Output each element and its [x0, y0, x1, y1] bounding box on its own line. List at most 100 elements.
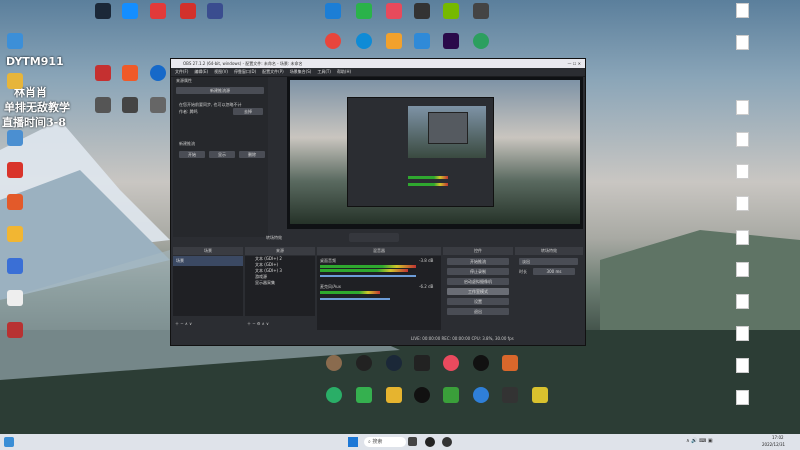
app-icon[interactable]: [414, 355, 430, 371]
app-icon[interactable]: [7, 226, 23, 242]
document-icon[interactable]: [736, 262, 749, 277]
remove-button[interactable]: 去掉: [233, 108, 263, 115]
potplayer-icon[interactable]: [180, 3, 196, 19]
stop-recording-button[interactable]: 停止录制: [447, 268, 509, 275]
volume-slider[interactable]: [320, 275, 416, 277]
app-icon[interactable]: [414, 3, 430, 19]
app-icon[interactable]: [532, 387, 548, 403]
app-icon[interactable]: [502, 355, 518, 371]
start-icon[interactable]: [348, 437, 358, 447]
app-icon[interactable]: [7, 290, 23, 306]
search-box[interactable]: ⌕ 搜索: [364, 437, 406, 447]
document-icon[interactable]: [736, 230, 749, 245]
scenes-list[interactable]: 场景: [173, 256, 243, 316]
app-icon[interactable]: [95, 97, 111, 113]
this-pc-icon[interactable]: [7, 33, 23, 49]
app-icon[interactable]: [95, 65, 111, 81]
steam-icon[interactable]: [95, 3, 111, 19]
widgets-icon[interactable]: [4, 437, 14, 447]
tencent-meeting-icon[interactable]: [207, 3, 223, 19]
app-icon[interactable]: [7, 194, 23, 210]
menu-scene-collection[interactable]: 场景集合(S): [290, 68, 312, 76]
taskview-icon[interactable]: [408, 437, 417, 446]
menu-file[interactable]: 文件(F): [175, 68, 188, 76]
document-icon[interactable]: [736, 196, 749, 211]
transition-select[interactable]: 淡出: [519, 258, 578, 265]
app-icon[interactable]: [122, 97, 138, 113]
app-icon[interactable]: [473, 3, 489, 19]
battlenet-icon[interactable]: [122, 3, 138, 19]
obs-taskbar-icon[interactable]: [425, 437, 435, 447]
menu-docks[interactable]: 停靠窗口(D): [234, 68, 256, 76]
app-icon[interactable]: [473, 387, 489, 403]
studio-mode-button[interactable]: 工作室模式: [447, 288, 509, 295]
document-icon[interactable]: [736, 390, 749, 405]
qq-icon[interactable]: [414, 387, 430, 403]
document-icon[interactable]: [736, 326, 749, 341]
sources-list[interactable]: 文本 (GDI+) 2 文本 (GDI+) 文本 (GDI+) 3 游戏源 显示…: [245, 256, 315, 316]
app-icon[interactable]: [325, 3, 341, 19]
duration-input[interactable]: 300 ms: [533, 268, 575, 275]
virtual-camera-button[interactable]: 启动虚拟摄像机: [447, 278, 509, 285]
app-icon[interactable]: [473, 33, 489, 49]
youdao-icon[interactable]: [150, 3, 166, 19]
new-stream-source-button[interactable]: 新建推流源: [176, 87, 264, 94]
preview-canvas[interactable]: [287, 77, 583, 229]
app-icon[interactable]: [7, 322, 23, 338]
menu-profile[interactable]: 配置文件(P): [262, 68, 284, 76]
menu-tools[interactable]: 工具(T): [317, 68, 331, 76]
show-button[interactable]: 显示: [209, 151, 235, 158]
app-icon[interactable]: [386, 33, 402, 49]
clock-date[interactable]: 2022/12/31: [762, 442, 785, 447]
menu-edit[interactable]: 编辑(E): [194, 68, 208, 76]
scenes-controls[interactable]: ＋ − ∧ ∨: [175, 321, 192, 327]
app-icon[interactable]: [473, 355, 489, 371]
premiere-icon[interactable]: [443, 33, 459, 49]
app-icon[interactable]: [7, 162, 23, 178]
app-icon[interactable]: [386, 387, 402, 403]
volume-slider[interactable]: [320, 298, 390, 300]
app-icon[interactable]: [326, 355, 342, 371]
document-icon[interactable]: [736, 294, 749, 309]
app-icon[interactable]: [7, 258, 23, 274]
steam-icon[interactable]: [386, 355, 402, 371]
app-icon[interactable]: [122, 65, 138, 81]
geforce-icon[interactable]: [443, 3, 459, 19]
wechat-icon[interactable]: [326, 387, 342, 403]
menu-help[interactable]: 帮助(H): [337, 68, 351, 76]
document-icon[interactable]: [736, 3, 749, 18]
app-icon[interactable]: [150, 65, 166, 81]
obs-icon[interactable]: [356, 355, 372, 371]
start-streaming-button[interactable]: 开始推流: [447, 258, 509, 265]
document-icon[interactable]: [736, 164, 749, 179]
edge-icon[interactable]: [356, 33, 372, 49]
scene-item[interactable]: 场景: [173, 256, 243, 266]
document-icon[interactable]: [736, 35, 749, 50]
app-icon[interactable]: [356, 3, 372, 19]
app-icon[interactable]: [386, 3, 402, 19]
exit-button[interactable]: 退出: [447, 308, 509, 315]
start-button[interactable]: 开始: [179, 151, 205, 158]
folder-icon[interactable]: [7, 73, 23, 89]
window-controls[interactable]: — ☐ ✕: [568, 59, 581, 68]
chrome-icon[interactable]: [325, 33, 341, 49]
tray-icons[interactable]: ∧ 🔊 ⌨ ▣: [686, 438, 756, 446]
menu-view[interactable]: 视图(V): [214, 68, 228, 76]
app-icon[interactable]: [356, 387, 372, 403]
app-icon[interactable]: [443, 355, 459, 371]
obs-titlebar[interactable]: OBS 27.1.2 (64-bit, windows) - 配置文件: 未命名…: [171, 59, 585, 68]
delete-button[interactable]: 删除: [239, 151, 265, 158]
sources-controls[interactable]: ＋ − ⚙ ∧ ∨: [247, 321, 269, 327]
app-icon[interactable]: [7, 130, 23, 146]
app-icon[interactable]: [502, 387, 518, 403]
app-taskbar-icon[interactable]: [442, 437, 452, 447]
obs-window[interactable]: OBS 27.1.2 (64-bit, windows) - 配置文件: 未命名…: [170, 58, 586, 346]
clock-time[interactable]: 17:02: [772, 435, 784, 440]
document-icon[interactable]: [736, 100, 749, 115]
app-icon[interactable]: [414, 33, 430, 49]
document-icon[interactable]: [736, 358, 749, 373]
source-item[interactable]: 显示器采集: [245, 280, 315, 286]
app-icon[interactable]: [443, 387, 459, 403]
settings-button[interactable]: 设置: [447, 298, 509, 305]
app-icon[interactable]: [150, 97, 166, 113]
